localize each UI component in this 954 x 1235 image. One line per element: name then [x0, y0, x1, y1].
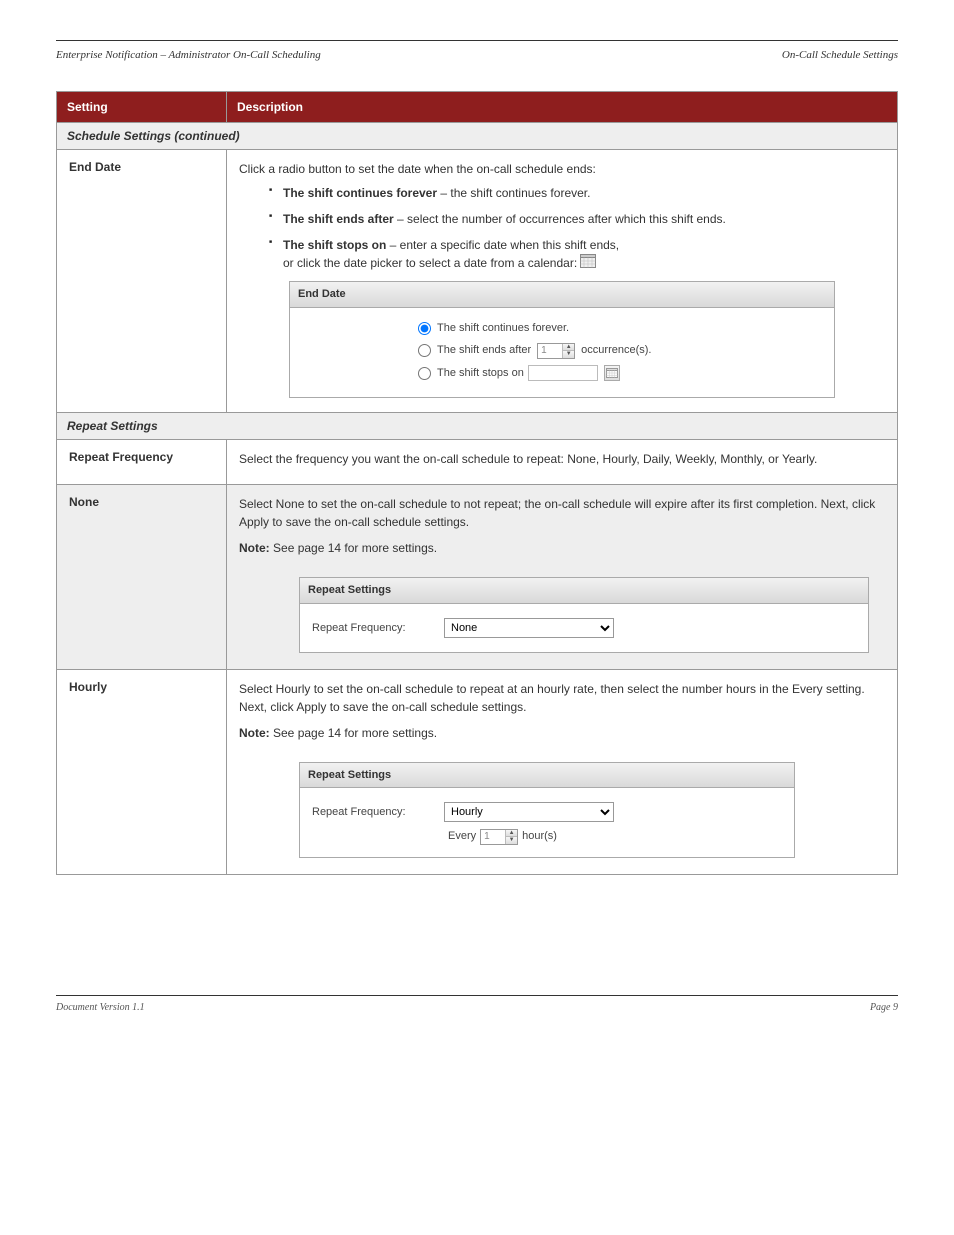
radio-stops-on[interactable]: [418, 367, 431, 380]
every-label: Every: [448, 828, 476, 845]
repeat-freq-desc: Select the frequency you want the on-cal…: [239, 450, 885, 468]
section-repeat-settings: Repeat Settings: [57, 413, 898, 440]
bullet-stops-on: The shift stops on – enter a specific da…: [269, 236, 885, 273]
repeat-settings-panel-hourly: Repeat Settings Repeat Frequency: Hourly…: [299, 762, 795, 858]
col-desc-header: Description: [227, 92, 898, 123]
stepper-down-icon[interactable]: ▼: [506, 837, 517, 844]
hourly-note: Note: See page 14 for more settings.: [239, 724, 885, 742]
header-left: Enterprise Notification – Administrator …: [56, 49, 321, 61]
hours-input[interactable]: [481, 830, 505, 844]
radio-forever-label: The shift continues forever.: [437, 320, 569, 337]
rs-panel-title: Repeat Settings: [300, 578, 868, 604]
row-repeat-frequency: Repeat Frequency Select the frequency yo…: [57, 440, 898, 485]
end-date-intro: Click a radio button to set the date whe…: [239, 160, 885, 178]
bullet-forever: The shift continues forever – the shift …: [269, 184, 885, 202]
occurrence-stepper[interactable]: ▲▼: [537, 343, 575, 359]
radio-forever[interactable]: [418, 322, 431, 335]
hours-label: hour(s): [522, 828, 557, 845]
setting-repeat-frequency: Repeat Frequency: [57, 440, 227, 485]
repeat-frequency-select-hourly[interactable]: Hourly: [444, 802, 614, 822]
date-picker-icon: [580, 254, 596, 273]
bullet-ends-after: The shift ends after – select the number…: [269, 210, 885, 228]
footer-left: Document Version 1.1: [56, 1002, 145, 1013]
section-schedule-continued: Schedule Settings (continued): [57, 123, 898, 150]
hours-stepper[interactable]: ▲▼: [480, 829, 518, 845]
footer-right: Page 9: [870, 1002, 898, 1013]
rs-panel-title-2: Repeat Settings: [300, 763, 794, 789]
hourly-desc: Select Hourly to set the on-call schedul…: [239, 680, 885, 716]
repeat-frequency-select[interactable]: None: [444, 618, 614, 638]
stop-date-input[interactable]: [528, 365, 598, 381]
header-right: On-Call Schedule Settings: [782, 49, 898, 61]
page-footer: Document Version 1.1 Page 9: [56, 995, 898, 1013]
rs-label: Repeat Frequency:: [312, 620, 432, 637]
end-date-panel: End Date The shift continues forever. Th…: [289, 281, 835, 398]
radio-after-post: occurrence(s).: [581, 342, 651, 359]
row-end-date: End Date Click a radio button to set the…: [57, 150, 898, 413]
setting-none: None: [57, 485, 227, 670]
stepper-up-icon[interactable]: ▲: [506, 830, 517, 838]
stepper-down-icon[interactable]: ▼: [563, 351, 574, 358]
occurrence-input[interactable]: [538, 344, 562, 358]
page-header: Enterprise Notification – Administrator …: [56, 49, 898, 61]
rs-label-2: Repeat Frequency:: [312, 804, 432, 821]
radio-after-pre: The shift ends after: [437, 342, 531, 359]
col-setting-header: Setting: [57, 92, 227, 123]
radio-ends-after[interactable]: [418, 344, 431, 357]
none-note: Note: Note: See page 14 for more setting…: [239, 539, 885, 557]
none-desc: Select None to set the on-call schedule …: [239, 495, 885, 531]
radio-stops-label: The shift stops on: [437, 365, 524, 382]
settings-table: Setting Description Schedule Settings (c…: [56, 91, 898, 875]
setting-hourly: Hourly: [57, 669, 227, 874]
end-date-panel-title: End Date: [290, 282, 834, 308]
row-hourly: Hourly Select Hourly to set the on-call …: [57, 669, 898, 874]
stepper-up-icon[interactable]: ▲: [563, 344, 574, 352]
setting-end-date: End Date: [57, 150, 227, 413]
calendar-icon[interactable]: [604, 365, 620, 381]
row-none: None Select None to set the on-call sche…: [57, 485, 898, 670]
repeat-settings-panel-none: Repeat Settings Repeat Frequency: None: [299, 577, 869, 653]
